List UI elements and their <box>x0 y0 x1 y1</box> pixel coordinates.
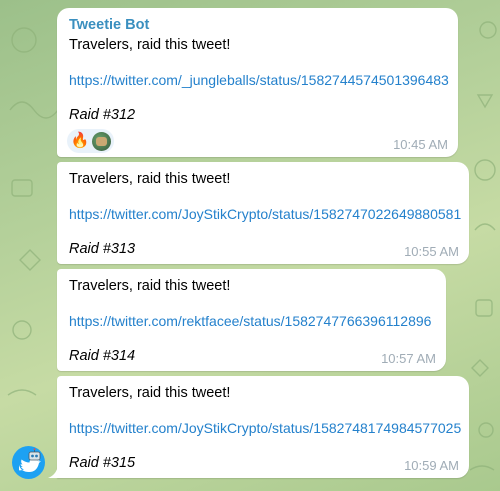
message-bubble[interactable]: Travelers, raid this tweet! https://twit… <box>57 376 469 478</box>
bubble-tail <box>48 466 62 478</box>
user-avatar-reaction[interactable] <box>92 131 111 151</box>
message-text: Travelers, raid this tweet! <box>69 37 231 53</box>
message-timestamp: 10:45 AM <box>393 137 448 152</box>
message-timestamp: 10:55 AM <box>404 244 459 259</box>
tweet-link[interactable]: https://twitter.com/JoyStikCrypto/status… <box>69 205 461 224</box>
message-text: Travelers, raid this tweet! <box>69 278 231 294</box>
message-text: Travelers, raid this tweet! <box>69 171 231 187</box>
bot-avatar-graphic <box>19 448 41 472</box>
message-bubble[interactable]: Travelers, raid this tweet! https://twit… <box>57 269 446 371</box>
tweet-link[interactable]: https://twitter.com/JoyStikCrypto/status… <box>69 419 461 438</box>
message-timestamp: 10:59 AM <box>404 458 459 473</box>
message-text: Travelers, raid this tweet! <box>69 385 231 401</box>
tweet-link[interactable]: https://twitter.com/rektfacee/status/158… <box>69 312 434 331</box>
twitter-bird-robot-icon[interactable] <box>12 446 45 479</box>
message-bubble[interactable]: Travelers, raid this tweet! https://twit… <box>57 162 469 264</box>
message-timestamp: 10:57 AM <box>381 351 436 366</box>
raid-label: Raid #314 <box>69 348 136 364</box>
reactions-bar[interactable]: 🔥 <box>67 129 114 153</box>
raid-label: Raid #312 <box>69 107 136 123</box>
sender-name[interactable]: Tweetie Bot <box>69 16 446 34</box>
raid-label: Raid #313 <box>69 241 136 257</box>
fire-icon[interactable]: 🔥 <box>70 131 90 151</box>
raid-label: Raid #315 <box>69 455 136 471</box>
message-bubble[interactable]: Tweetie Bot Travelers, raid this tweet! … <box>57 8 458 157</box>
tweet-link[interactable]: https://twitter.com/_jungleballs/status/… <box>69 71 449 90</box>
